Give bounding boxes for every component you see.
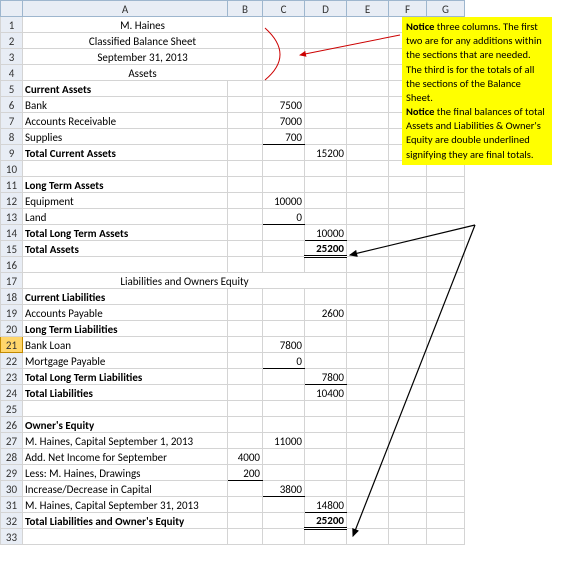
supplies-value[interactable]: 700	[263, 129, 305, 145]
subtitle[interactable]: Classified Balance Sheet	[23, 33, 263, 49]
col-F[interactable]: F	[389, 1, 427, 17]
row-7[interactable]: 7	[1, 113, 23, 129]
cap1-label[interactable]: M. Haines, Capital September 1, 2013	[23, 433, 228, 449]
loan-value[interactable]: 7800	[263, 337, 305, 353]
row-24[interactable]: 24	[1, 385, 23, 401]
row-33[interactable]: 33	[1, 529, 23, 545]
loan-label[interactable]: Bank Loan	[23, 337, 228, 353]
row-1[interactable]: 1	[1, 17, 23, 33]
row-5[interactable]: 5	[1, 81, 23, 97]
callout-note: Notice three columns. The first two are …	[402, 17, 552, 165]
row-15[interactable]: 15	[1, 241, 23, 257]
row-23[interactable]: 23	[1, 369, 23, 385]
total-lta-label[interactable]: Total Long Term Assets	[23, 225, 228, 241]
row-19[interactable]: 19	[1, 305, 23, 321]
row-29[interactable]: 29	[1, 465, 23, 481]
row-27[interactable]: 27	[1, 433, 23, 449]
land-value[interactable]: 0	[263, 209, 305, 225]
row-13[interactable]: 13	[1, 209, 23, 225]
ltl-title[interactable]: Long Term Liabilities	[23, 321, 228, 337]
cap2-label[interactable]: M. Haines, Capital September 31, 2013	[23, 497, 228, 513]
total-assets-value[interactable]: 25200	[305, 241, 347, 257]
current-assets-title[interactable]: Current Assets	[23, 81, 228, 97]
total-ltl-label[interactable]: Total Long Term Liabilities	[23, 369, 228, 385]
ni-label[interactable]: Add. Net Income for September	[23, 449, 228, 465]
total-ltl-value[interactable]: 7800	[305, 369, 347, 385]
row-10[interactable]: 10	[1, 161, 23, 177]
col-D[interactable]: D	[305, 1, 347, 17]
col-B[interactable]: B	[228, 1, 263, 17]
equipment-value[interactable]: 10000	[263, 193, 305, 209]
liab-oe-header[interactable]: Liabilities and Owners Equity	[23, 273, 347, 289]
row-25[interactable]: 25	[1, 401, 23, 417]
ni-value[interactable]: 4000	[228, 449, 263, 465]
col-G[interactable]: G	[427, 1, 465, 17]
row-6[interactable]: 6	[1, 97, 23, 113]
tloe-value[interactable]: 25200	[305, 513, 347, 529]
ap-label[interactable]: Accounts Payable	[23, 305, 228, 321]
row-22[interactable]: 22	[1, 353, 23, 369]
row-31[interactable]: 31	[1, 497, 23, 513]
cap2-value[interactable]: 14800	[305, 497, 347, 513]
row-9[interactable]: 9	[1, 145, 23, 161]
total-assets-label[interactable]: Total Assets	[23, 241, 228, 257]
chg-label[interactable]: Increase/Decrease in Capital	[23, 481, 228, 497]
spreadsheet-grid[interactable]: A B C D E F G 1M. Haines 2Classified Bal…	[0, 0, 465, 545]
date[interactable]: September 31, 2013	[23, 49, 263, 65]
notice-word-2: Notice	[406, 105, 434, 118]
total-ca-value[interactable]: 15200	[305, 145, 347, 161]
row-30[interactable]: 30	[1, 481, 23, 497]
total-liab-value[interactable]: 10400	[305, 385, 347, 401]
chg-value[interactable]: 3800	[263, 481, 305, 497]
mortgage-label[interactable]: Mortgage Payable	[23, 353, 228, 369]
mortgage-value[interactable]: 0	[263, 353, 305, 369]
row-12[interactable]: 12	[1, 193, 23, 209]
land-label[interactable]: Land	[23, 209, 228, 225]
bank-label[interactable]: Bank	[23, 97, 228, 113]
col-C[interactable]: C	[263, 1, 305, 17]
row-21[interactable]: 21	[1, 337, 23, 353]
row-8[interactable]: 8	[1, 129, 23, 145]
row-20[interactable]: 20	[1, 321, 23, 337]
notice-word-1: Notice	[406, 20, 434, 33]
col-A[interactable]: A	[23, 1, 228, 17]
cap1-value[interactable]: 11000	[263, 433, 305, 449]
row-2[interactable]: 2	[1, 33, 23, 49]
col-E[interactable]: E	[347, 1, 389, 17]
row-16[interactable]: 16	[1, 257, 23, 273]
row-18[interactable]: 18	[1, 289, 23, 305]
title[interactable]: M. Haines	[23, 17, 263, 33]
oe-title[interactable]: Owner's Equity	[23, 417, 228, 433]
row-26[interactable]: 26	[1, 417, 23, 433]
ar-value[interactable]: 7000	[263, 113, 305, 129]
row-32[interactable]: 32	[1, 513, 23, 529]
row-28[interactable]: 28	[1, 449, 23, 465]
total-liab-label[interactable]: Total Liabilities	[23, 385, 228, 401]
draw-value[interactable]: 200	[228, 465, 263, 481]
row-14[interactable]: 14	[1, 225, 23, 241]
bank-value[interactable]: 7500	[263, 97, 305, 113]
cl-title[interactable]: Current Liabilities	[23, 289, 228, 305]
row-11[interactable]: 11	[1, 177, 23, 193]
supplies-label[interactable]: Supplies	[23, 129, 228, 145]
tloe-label[interactable]: Total Liabilities and Owner's Equity	[23, 513, 228, 529]
row-4[interactable]: 4	[1, 65, 23, 81]
row-17[interactable]: 17	[1, 273, 23, 289]
total-lta-value[interactable]: 10000	[305, 225, 347, 241]
ap-value[interactable]: 2600	[305, 305, 347, 321]
draw-label[interactable]: Less: M. Haines, Drawings	[23, 465, 228, 481]
column-headers: A B C D E F G	[1, 1, 465, 17]
equipment-label[interactable]: Equipment	[23, 193, 228, 209]
assets-header[interactable]: Assets	[23, 65, 263, 81]
row-3[interactable]: 3	[1, 49, 23, 65]
total-ca-label[interactable]: Total Current Assets	[23, 145, 228, 161]
ar-label[interactable]: Accounts Receivable	[23, 113, 228, 129]
lta-title[interactable]: Long Term Assets	[23, 177, 228, 193]
